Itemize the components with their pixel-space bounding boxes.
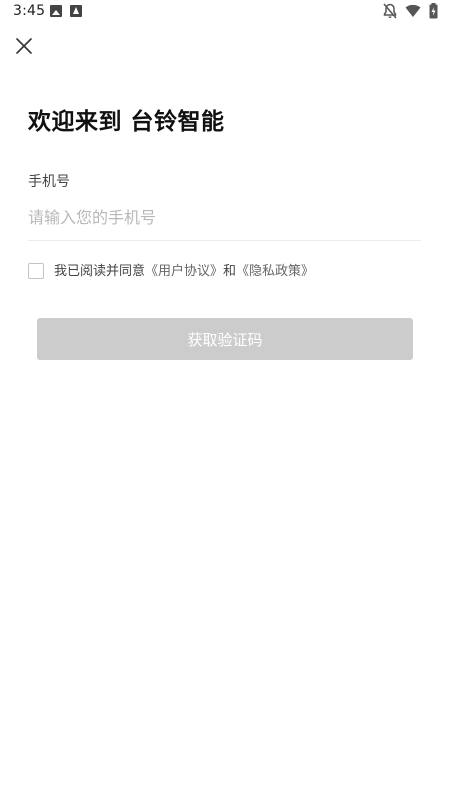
user-agreement-link[interactable]: 《用户协议》 <box>145 260 223 279</box>
status-bar: 3:45 <box>0 0 450 24</box>
phone-input[interactable] <box>28 202 420 232</box>
agree-and: 和 <box>223 264 237 279</box>
get-code-button[interactable]: 获取验证码 <box>37 318 413 360</box>
agree-prefix: 我已阅读并同意 <box>54 264 146 279</box>
privacy-policy-link[interactable]: 《隐私政策》 <box>236 260 314 279</box>
status-icons-left <box>50 5 82 17</box>
notifications-off-icon <box>383 3 397 19</box>
close-icon <box>16 38 32 54</box>
image-icon <box>50 5 62 17</box>
status-icons-right <box>383 3 438 19</box>
agree-checkbox[interactable] <box>28 262 44 279</box>
wifi-icon <box>405 4 421 17</box>
phone-label: 手机号 <box>28 174 70 190</box>
status-time: 3:45 <box>13 3 46 19</box>
phone-input-underline <box>28 240 421 241</box>
agreement-row: 我已阅读并同意 《用户协议》 和 《隐私政策》 <box>28 260 314 279</box>
battery-charging-icon <box>429 3 438 19</box>
close-button[interactable] <box>14 36 34 56</box>
page-title: 欢迎来到 台铃智能 <box>28 109 225 135</box>
a-icon <box>70 5 82 17</box>
